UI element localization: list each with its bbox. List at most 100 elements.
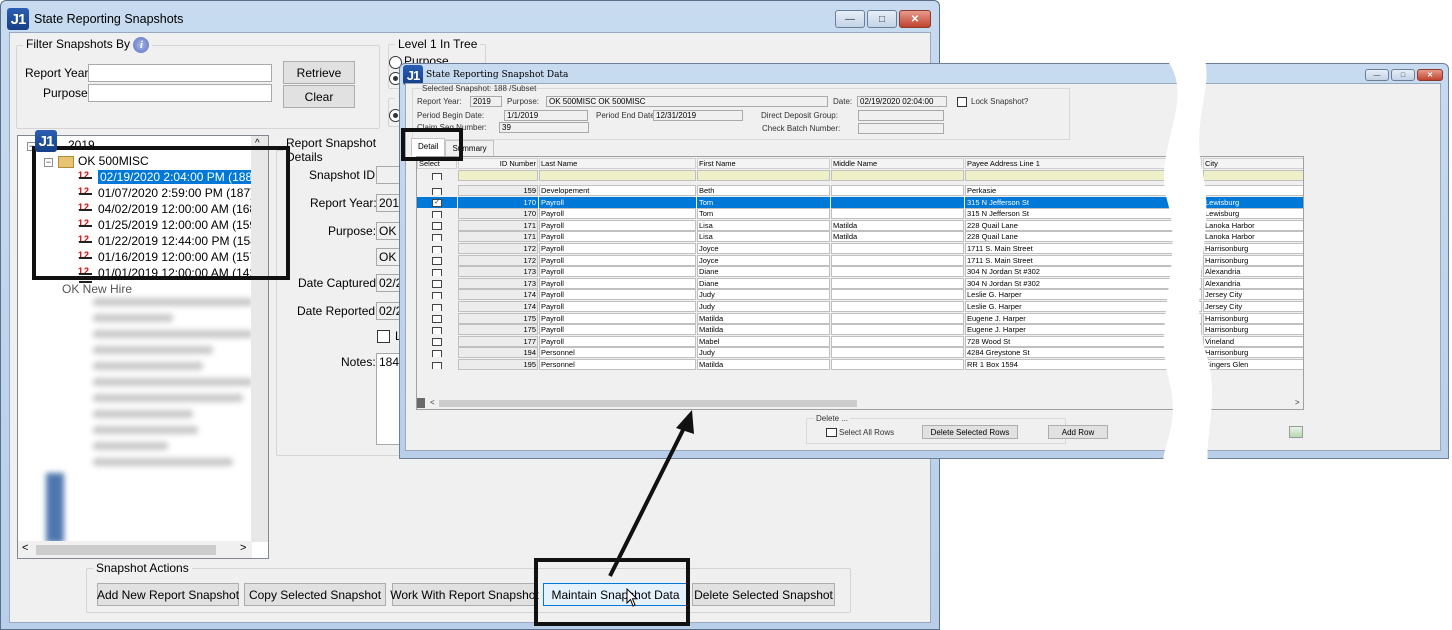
- cell-last[interactable]: Personnel: [539, 347, 696, 359]
- cell-id[interactable]: 177: [458, 335, 538, 347]
- cell-city[interactable]: Harrisonburg: [1203, 347, 1303, 359]
- cell-city[interactable]: [1203, 185, 1303, 196]
- cell-last[interactable]: Developement: [539, 185, 696, 196]
- cell-city[interactable]: Lewisburg: [1203, 196, 1303, 208]
- row-select-cell[interactable]: [417, 208, 457, 220]
- cell-first[interactable]: Diane: [697, 266, 830, 278]
- row-checkbox[interactable]: [432, 280, 442, 288]
- cell-last[interactable]: Payroll: [539, 266, 696, 278]
- cell-middle[interactable]: [831, 208, 964, 220]
- row-select-cell[interactable]: [417, 231, 457, 243]
- cell-middle[interactable]: [831, 266, 964, 278]
- cell-id[interactable]: 172: [458, 254, 538, 266]
- cell-city[interactable]: Jersey City: [1203, 301, 1303, 312]
- scroll-right-icon[interactable]: >: [1295, 398, 1300, 407]
- cell-last[interactable]: Payroll: [539, 254, 696, 266]
- cell-last[interactable]: Payroll: [539, 243, 696, 254]
- cell-id[interactable]: 175: [458, 324, 538, 336]
- cell-first[interactable]: Matilda: [697, 359, 830, 370]
- filter-cell-city[interactable]: [1203, 170, 1303, 181]
- column-header-last[interactable]: Last Name: [539, 158, 696, 169]
- delete-selected-rows-button[interactable]: Delete Selected Rows: [922, 425, 1018, 439]
- cell-city[interactable]: Vineland: [1203, 335, 1303, 347]
- scroll-left-icon[interactable]: <: [430, 398, 435, 407]
- filter-cell-last[interactable]: [539, 170, 696, 181]
- select-all-rows-checkbox[interactable]: [826, 428, 837, 437]
- column-header-id[interactable]: ID Number: [458, 158, 538, 169]
- cell-last[interactable]: Payroll: [539, 312, 696, 324]
- dw-report-year-field[interactable]: 2019: [470, 96, 502, 107]
- row-select-cell[interactable]: [417, 324, 457, 336]
- row-select-cell[interactable]: [417, 359, 457, 370]
- cell-city[interactable]: Harrisonburg: [1203, 324, 1303, 336]
- row-select-cell[interactable]: [417, 301, 457, 312]
- cell-middle[interactable]: [831, 312, 964, 324]
- cell-first[interactable]: Judy: [697, 289, 830, 301]
- cell-last[interactable]: Payroll: [539, 289, 696, 301]
- cell-id[interactable]: 194: [458, 347, 538, 359]
- cell-first[interactable]: Judy: [697, 347, 830, 359]
- cell-city[interactable]: Jersey City: [1203, 289, 1303, 301]
- cell-first[interactable]: Mabel: [697, 335, 830, 347]
- row-checkbox[interactable]: ✓: [432, 199, 442, 207]
- cell-city[interactable]: Harrisonburg: [1203, 243, 1303, 254]
- row-checkbox[interactable]: [432, 338, 442, 346]
- filter-select-cell[interactable]: [417, 170, 457, 181]
- row-select-cell[interactable]: [417, 347, 457, 359]
- report-year-input[interactable]: [88, 64, 272, 82]
- cell-first[interactable]: Matilda: [697, 312, 830, 324]
- row-select-cell[interactable]: [417, 254, 457, 266]
- row-select-cell[interactable]: [417, 289, 457, 301]
- lock-checkbox[interactable]: [377, 330, 390, 343]
- cell-id[interactable]: 170: [458, 196, 538, 208]
- column-header-city[interactable]: City: [1203, 158, 1303, 169]
- cell-city[interactable]: Lanoka Harbor: [1203, 231, 1303, 243]
- cell-first[interactable]: Judy: [697, 301, 830, 312]
- cell-id[interactable]: 172: [458, 243, 538, 254]
- dw-date-field[interactable]: 02/19/2020 02:04:00: [857, 96, 947, 107]
- dw-purpose-field[interactable]: OK 500MISC OK 500MISC: [546, 96, 828, 107]
- scrollbar-thumb[interactable]: [36, 545, 216, 555]
- cell-middle[interactable]: [831, 289, 964, 301]
- maximize-button[interactable]: □: [867, 10, 897, 28]
- retrieve-button[interactable]: Retrieve: [283, 61, 355, 84]
- clear-button[interactable]: Clear: [283, 85, 355, 108]
- row-checkbox[interactable]: [432, 326, 442, 335]
- cell-middle[interactable]: Matilda: [831, 231, 964, 243]
- row-select-cell[interactable]: [417, 277, 457, 289]
- delete-snapshot-button[interactable]: Delete Selected Snapshot: [692, 583, 835, 606]
- filter-cell-id[interactable]: [458, 170, 538, 181]
- cell-middle[interactable]: [831, 196, 964, 208]
- row-select-cell[interactable]: [417, 185, 457, 196]
- cell-middle[interactable]: [831, 277, 964, 289]
- cell-last[interactable]: Payroll: [539, 208, 696, 220]
- cell-last[interactable]: Payroll: [539, 277, 696, 289]
- row-select-cell[interactable]: [417, 266, 457, 278]
- cell-id[interactable]: 195: [458, 359, 538, 370]
- filter-cell-middle[interactable]: [831, 170, 964, 181]
- row-select-cell[interactable]: [417, 335, 457, 347]
- cell-first[interactable]: Diane: [697, 277, 830, 289]
- cell-city[interactable]: Lanoka Harbor: [1203, 219, 1303, 231]
- cell-first[interactable]: Tom: [697, 208, 830, 220]
- cell-middle[interactable]: [831, 359, 964, 370]
- cell-city[interactable]: Alexandria: [1203, 277, 1303, 289]
- cell-middle[interactable]: [831, 254, 964, 266]
- purpose-input[interactable]: [88, 84, 272, 102]
- cell-last[interactable]: Payroll: [539, 219, 696, 231]
- row-checkbox[interactable]: [432, 303, 442, 311]
- cell-id[interactable]: 171: [458, 231, 538, 243]
- cell-city[interactable]: Lewisburg: [1203, 208, 1303, 220]
- info-icon[interactable]: i: [133, 37, 150, 53]
- cell-last[interactable]: Personnel: [539, 359, 696, 370]
- row-select-cell[interactable]: [417, 243, 457, 254]
- cell-id[interactable]: 173: [458, 266, 538, 278]
- cell-middle[interactable]: Matilda: [831, 219, 964, 231]
- cell-first[interactable]: Matilda: [697, 324, 830, 336]
- cell-middle[interactable]: [831, 324, 964, 336]
- cell-first[interactable]: Joyce: [697, 254, 830, 266]
- cell-last[interactable]: Payroll: [539, 231, 696, 243]
- row-checkbox[interactable]: [432, 257, 442, 265]
- cell-last[interactable]: Payroll: [539, 335, 696, 347]
- cell-id[interactable]: 171: [458, 219, 538, 231]
